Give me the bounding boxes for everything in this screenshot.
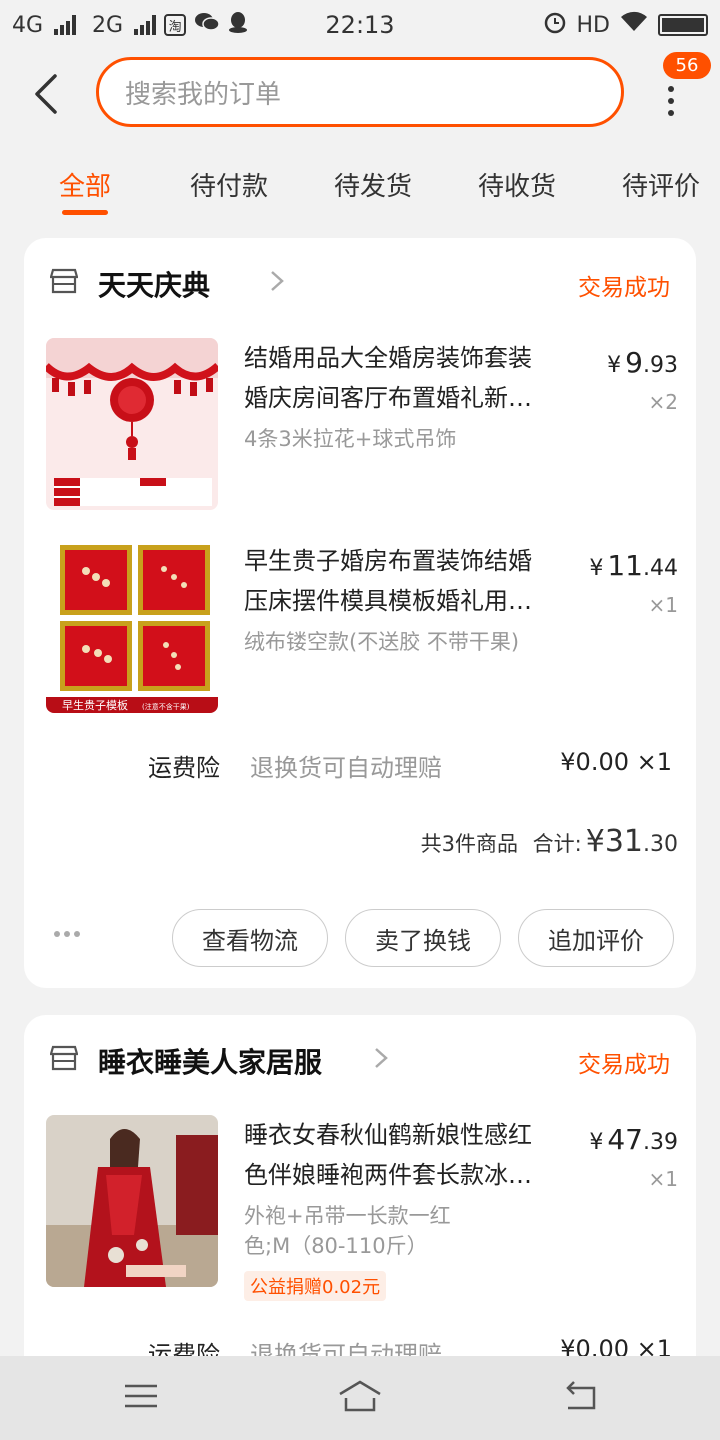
product-quantity: ×1 [648,1167,678,1191]
product-price: ¥9.93 [607,346,678,379]
charity-tag: 公益捐赠0.02元 [244,1271,387,1301]
shop-row[interactable]: 天天庆典 交易成功 [24,238,696,324]
shop-icon [50,1045,78,1071]
total-label: 合计: [532,832,582,856]
product-quantity: ×1 [648,593,678,617]
home-icon[interactable] [336,1378,384,1414]
shipping-insurance-row: 运费险 退换货可自动理赔 ¥0.00 ×1 [24,734,696,794]
order-card: 天天庆典 交易成功 结婚用品大全婚房装饰套装 婚庆房间客厅布置婚礼新… 4条3米… [24,238,696,988]
notification-badge: 56 [663,52,711,79]
product-thumbnail [46,1115,218,1287]
resell-button[interactable]: 卖了换钱 [345,909,501,967]
item-count: 共3件商品 [420,832,518,856]
search-placeholder: 搜索我的订单 [125,79,282,110]
product-price: ¥47.39 [589,1123,678,1156]
back-icon[interactable] [26,72,66,116]
order-status: 交易成功 [578,1052,670,1078]
order-item[interactable]: 结婚用品大全婚房装饰套装 婚庆房间客厅布置婚礼新… 4条3米拉花+球式吊饰 ¥9… [24,324,696,524]
insurance-label: 运费险 [148,754,220,782]
tab-pending-review[interactable]: 待评价 [622,166,700,203]
order-total: ¥31.30 [585,824,678,859]
product-sku: 绒布镂空款(不送胶 不带干果) [244,630,520,654]
search-input[interactable]: 搜索我的订单 [96,57,624,127]
product-title: 早生贵子婚房布置装饰结婚 压床摆件模具模板婚礼用… [244,547,532,615]
status-right: HD [543,10,708,40]
add-review-button[interactable]: 追加评价 [518,909,674,967]
shop-name: 睡衣睡美人家居服 [98,1046,323,1079]
order-actions: 查看物流 卖了换钱 追加评价 [24,909,696,969]
insurance-price: ¥0.00 ×1 [560,748,672,776]
header: 搜索我的订单 56 [0,50,720,140]
return-icon[interactable] [560,1378,600,1414]
tab-pending-receipt[interactable]: 待收货 [478,166,556,203]
battery-icon [658,14,708,36]
order-status: 交易成功 [578,275,670,301]
insurance-desc: 退换货可自动理赔 [250,754,442,782]
chevron-right-icon [375,1048,388,1068]
product-title: 结婚用品大全婚房装饰套装 婚庆房间客厅布置婚礼新… [244,344,532,412]
product-sku: 4条3米拉花+球式吊饰 [244,427,457,451]
tab-pending-shipment[interactable]: 待发货 [334,166,412,203]
status-bar: 4G 2G 淘 22:13 HD [0,0,720,50]
tab-pending-payment[interactable]: 待付款 [190,166,268,203]
hd-label: HD [576,12,610,38]
product-sku: 外袍+吊带一长款一红色;M（80-110斤） [244,1204,451,1258]
view-logistics-button[interactable]: 查看物流 [172,909,328,967]
order-tabs: 全部 待付款 待发货 待收货 待评价 [0,150,720,220]
shop-name: 天天庆典 [98,269,211,302]
order-summary: 共3件商品 合计: ¥31.30 [421,824,678,859]
more-icon[interactable] [656,80,686,140]
order-item[interactable]: 早生贵子模板 (注意不含干果) 早生贵子婚房布置装饰结婚 压床摆件模具模板婚礼用… [24,527,696,727]
shop-icon [50,268,78,294]
product-thumbnail: 早生贵子模板 (注意不含干果) [46,541,218,713]
alarm-icon [543,10,567,40]
order-item[interactable]: 睡衣女春秋仙鹤新娘性感红 色伴娘睡袍两件套长款冰… 外袍+吊带一长款一红色;M（… [24,1101,696,1321]
tab-all[interactable]: 全部 [59,166,111,203]
system-nav-bar [0,1356,720,1440]
product-price: ¥11.44 [589,549,678,582]
product-title: 睡衣女春秋仙鹤新娘性感红 色伴娘睡袍两件套长款冰… [244,1121,532,1189]
menu-icon[interactable] [121,1378,161,1414]
more-actions-icon[interactable] [54,931,80,937]
product-thumbnail [46,338,218,510]
product-quantity: ×2 [648,390,678,414]
wifi-icon [620,11,648,39]
thumbnail-caption: 早生贵子模板 [62,698,128,712]
chevron-right-icon [271,271,284,291]
thumbnail-subcaption: (注意不含干果) [142,702,190,711]
active-tab-indicator [62,210,108,215]
shop-row[interactable]: 睡衣睡美人家居服 交易成功 [24,1015,696,1101]
